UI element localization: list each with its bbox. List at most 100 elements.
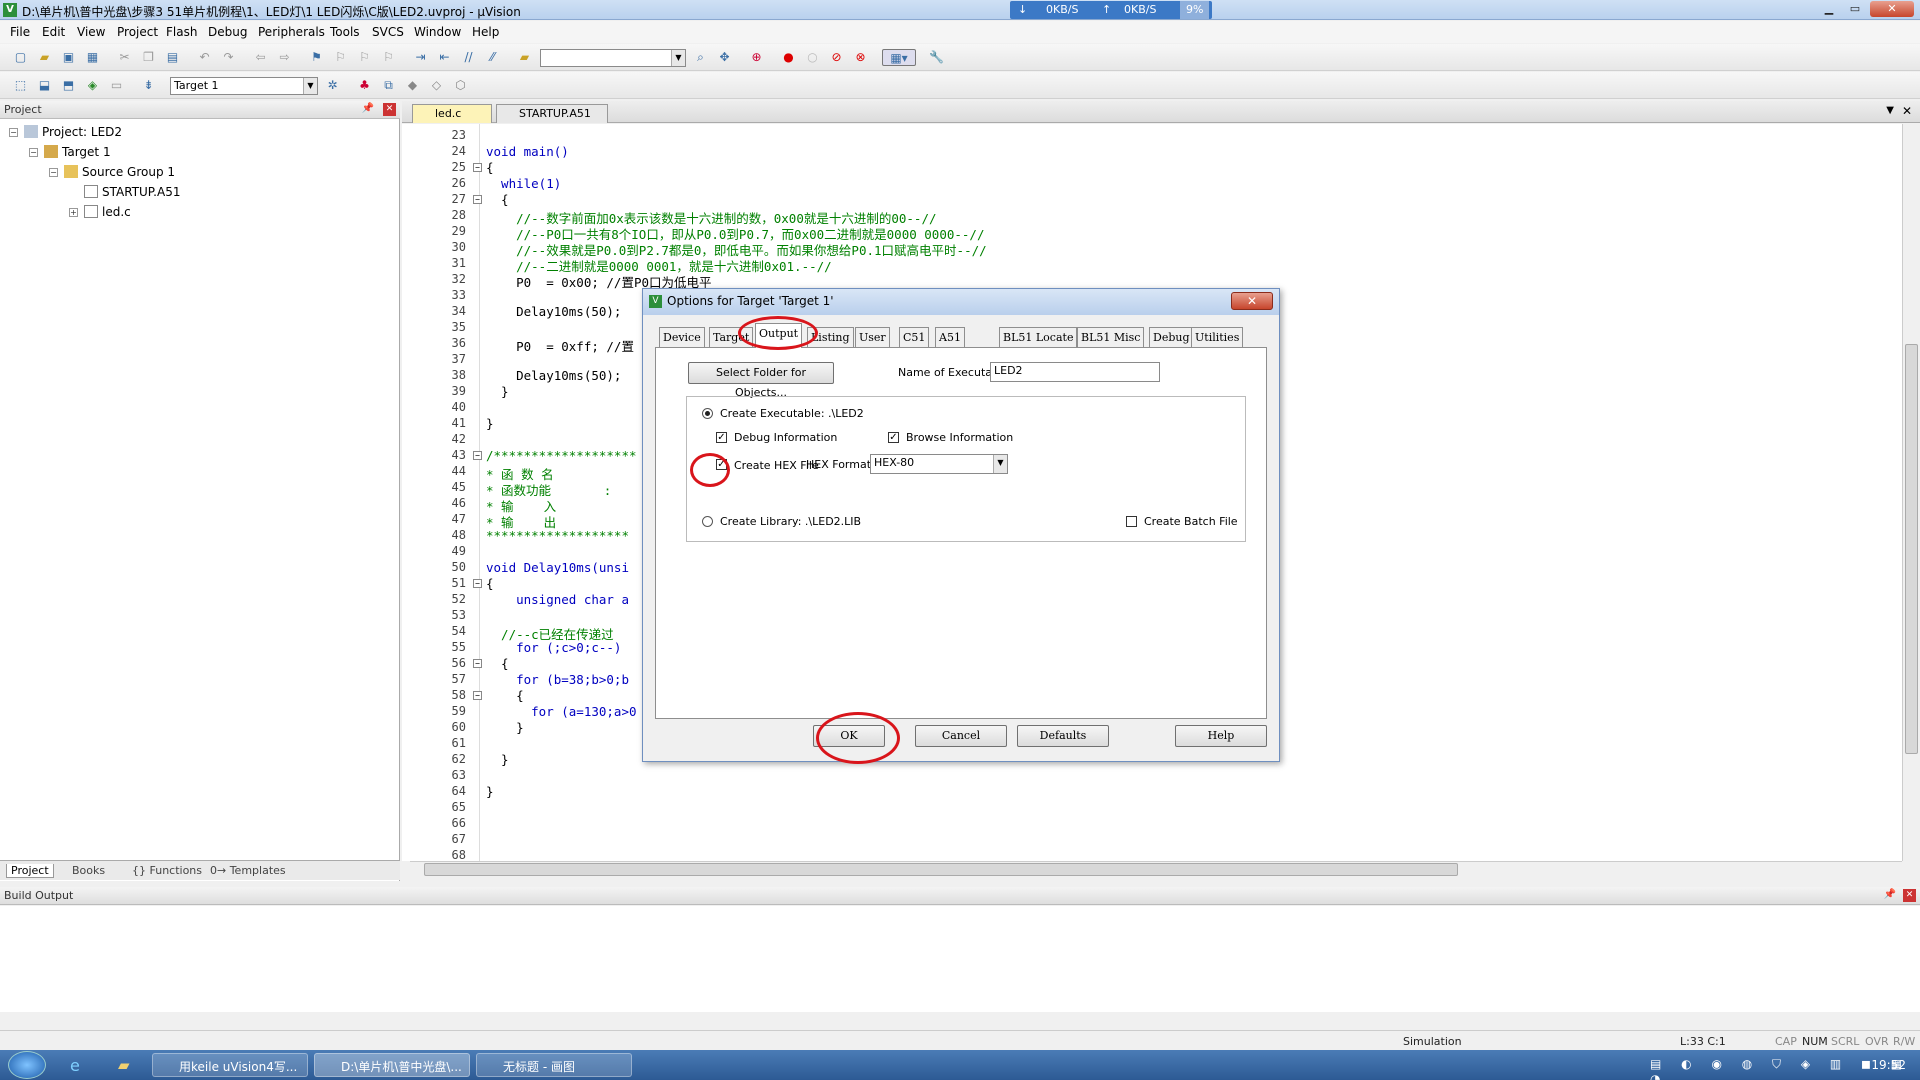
menu-view[interactable]: View — [77, 25, 105, 39]
ie-icon[interactable]: e — [70, 1056, 80, 1075]
horizontal-scrollbar[interactable] — [410, 861, 1902, 877]
cancel-button[interactable]: Cancel — [915, 725, 1007, 747]
clock[interactable]: 19:52 — [1871, 1058, 1906, 1072]
tab-bl51-locate[interactable]: BL51 Locate — [999, 327, 1078, 347]
rebuild-icon[interactable]: ⬒ — [60, 77, 77, 94]
collapse-icon[interactable]: − — [9, 128, 18, 137]
target-options-icon[interactable]: ✲ — [324, 77, 341, 94]
expand-icon[interactable]: + — [69, 208, 78, 217]
task-browser[interactable]: 用keile uVision4写... — [152, 1053, 308, 1077]
save-all-icon[interactable]: ▦ — [84, 49, 101, 66]
tab-project[interactable]: Project — [6, 864, 54, 878]
close-button[interactable]: ✕ — [1870, 1, 1914, 17]
name-executable-input[interactable]: LED2 — [990, 362, 1160, 382]
browse-info-checkbox[interactable]: ✓ — [888, 432, 899, 443]
collapse-icon[interactable]: − — [29, 148, 38, 157]
configure-icon[interactable]: 🔧 — [928, 49, 945, 66]
menu-window[interactable]: Window — [414, 25, 461, 39]
fold-icon[interactable]: − — [473, 451, 482, 460]
maximize-button[interactable]: ▭ — [1842, 1, 1868, 17]
menu-help[interactable]: Help — [472, 25, 499, 39]
tab-startup-a51[interactable]: STARTUP.A51 — [496, 104, 608, 123]
fold-icon[interactable]: − — [473, 195, 482, 204]
pin-icon[interactable]: 📌 — [362, 103, 374, 114]
tab-templates[interactable]: 0→ Templates — [210, 864, 286, 877]
find-in-files-icon[interactable]: ▰ — [516, 49, 533, 66]
fold-icon[interactable]: − — [473, 691, 482, 700]
tab-c51[interactable]: C51 — [899, 327, 930, 347]
target-select[interactable]: Target 1 ▼ — [170, 77, 318, 95]
batch-build-icon[interactable]: ◈ — [84, 77, 101, 94]
undo-icon[interactable]: ↶ — [196, 49, 213, 66]
tab-output[interactable]: Output — [755, 323, 803, 348]
multi-project-icon[interactable]: ⬡ — [452, 77, 469, 94]
pin-icon[interactable]: 📌 — [1884, 889, 1896, 900]
chevron-down-icon[interactable]: ▼ — [993, 455, 1007, 473]
tab-a51[interactable]: A51 — [935, 327, 965, 347]
fold-icon[interactable]: − — [473, 579, 482, 588]
pack-installer-icon[interactable]: ◇ — [428, 77, 445, 94]
download-icon[interactable]: ⇟ — [140, 77, 157, 94]
collapse-icon[interactable]: − — [49, 168, 58, 177]
scroll-thumb[interactable] — [424, 863, 1458, 876]
tab-functions[interactable]: {} Functions — [132, 864, 202, 877]
vertical-scrollbar[interactable] — [1902, 124, 1920, 861]
menu-svcs[interactable]: SVCS — [372, 25, 404, 39]
hex-format-select[interactable]: HEX-80 ▼ — [870, 454, 1008, 474]
manage-components-icon[interactable]: ♣ — [356, 77, 373, 94]
debug-session-icon[interactable]: ⊕ — [748, 49, 765, 66]
create-executable-radio[interactable] — [702, 408, 713, 419]
open-folder-icon[interactable]: ▰ — [36, 49, 53, 66]
tab-list-icon[interactable]: ▼ — [1886, 105, 1894, 116]
tab-target[interactable]: Target — [709, 327, 754, 347]
find-icon[interactable]: ⌕ — [692, 49, 709, 66]
panel-close-icon[interactable]: ✕ — [383, 103, 396, 116]
translate-icon[interactable]: ⬚ — [12, 77, 29, 94]
manage-run-icon[interactable]: ◆ — [404, 77, 421, 94]
uncomment-icon[interactable]: ⁄⁄ — [484, 49, 501, 66]
select-folder-button[interactable]: Select Folder for Objects... — [688, 362, 834, 399]
tab-led-c[interactable]: led.c — [412, 104, 492, 123]
menu-tools[interactable]: Tools — [330, 25, 360, 39]
window-layout-icon[interactable]: ▦▾ — [882, 49, 916, 66]
nav-back-icon[interactable]: ⇦ — [252, 49, 269, 66]
tree-file-led[interactable]: led.c — [84, 205, 131, 219]
menu-debug[interactable]: Debug — [208, 25, 247, 39]
prev-bookmark-icon[interactable]: ⚐ — [332, 49, 349, 66]
bookmark-icon[interactable]: ⚑ — [308, 49, 325, 66]
create-hex-checkbox[interactable]: ✓ — [716, 459, 727, 470]
menu-file[interactable]: File — [10, 25, 30, 39]
scroll-thumb[interactable] — [1905, 344, 1918, 754]
copy-icon[interactable]: ❐ — [140, 49, 157, 66]
tab-device[interactable]: Device — [659, 327, 705, 347]
tree-project[interactable]: Project: LED2 — [24, 125, 122, 139]
fold-icon[interactable]: − — [473, 163, 482, 172]
close-editor-icon[interactable]: ✕ — [1902, 104, 1912, 118]
tab-books[interactable]: Books — [72, 864, 105, 877]
ok-button[interactable]: OK — [813, 725, 885, 747]
comment-icon[interactable]: // — [460, 49, 477, 66]
paste-icon[interactable]: ▤ — [164, 49, 181, 66]
help-button[interactable]: Help — [1175, 725, 1267, 747]
disable-breakpoint-icon[interactable]: ○ — [804, 49, 821, 66]
next-bookmark-icon[interactable]: ⚐ — [356, 49, 373, 66]
minimize-button[interactable]: ▁ — [1816, 1, 1842, 17]
chevron-down-icon[interactable]: ▼ — [303, 78, 317, 94]
tab-listing[interactable]: Listing — [807, 327, 854, 347]
start-button[interactable] — [8, 1051, 46, 1079]
tab-debug[interactable]: Debug — [1149, 327, 1194, 347]
stop-build-icon[interactable]: ▭ — [108, 77, 125, 94]
incremental-find-icon[interactable]: ✥ — [716, 49, 733, 66]
build-output-area[interactable] — [0, 906, 1920, 1012]
save-icon[interactable]: ▣ — [60, 49, 77, 66]
redo-icon[interactable]: ↷ — [220, 49, 237, 66]
menu-project[interactable]: Project — [117, 25, 158, 39]
cut-icon[interactable]: ✂ — [116, 49, 133, 66]
clear-bookmarks-icon[interactable]: ⚐ — [380, 49, 397, 66]
chevron-down-icon[interactable]: ▼ — [671, 50, 685, 66]
explorer-icon[interactable]: ▰ — [118, 1056, 130, 1074]
breakpoint-icon[interactable]: ● — [780, 49, 797, 66]
menu-edit[interactable]: Edit — [42, 25, 65, 39]
tree-target[interactable]: Target 1 — [44, 145, 111, 159]
debug-info-checkbox[interactable]: ✓ — [716, 432, 727, 443]
